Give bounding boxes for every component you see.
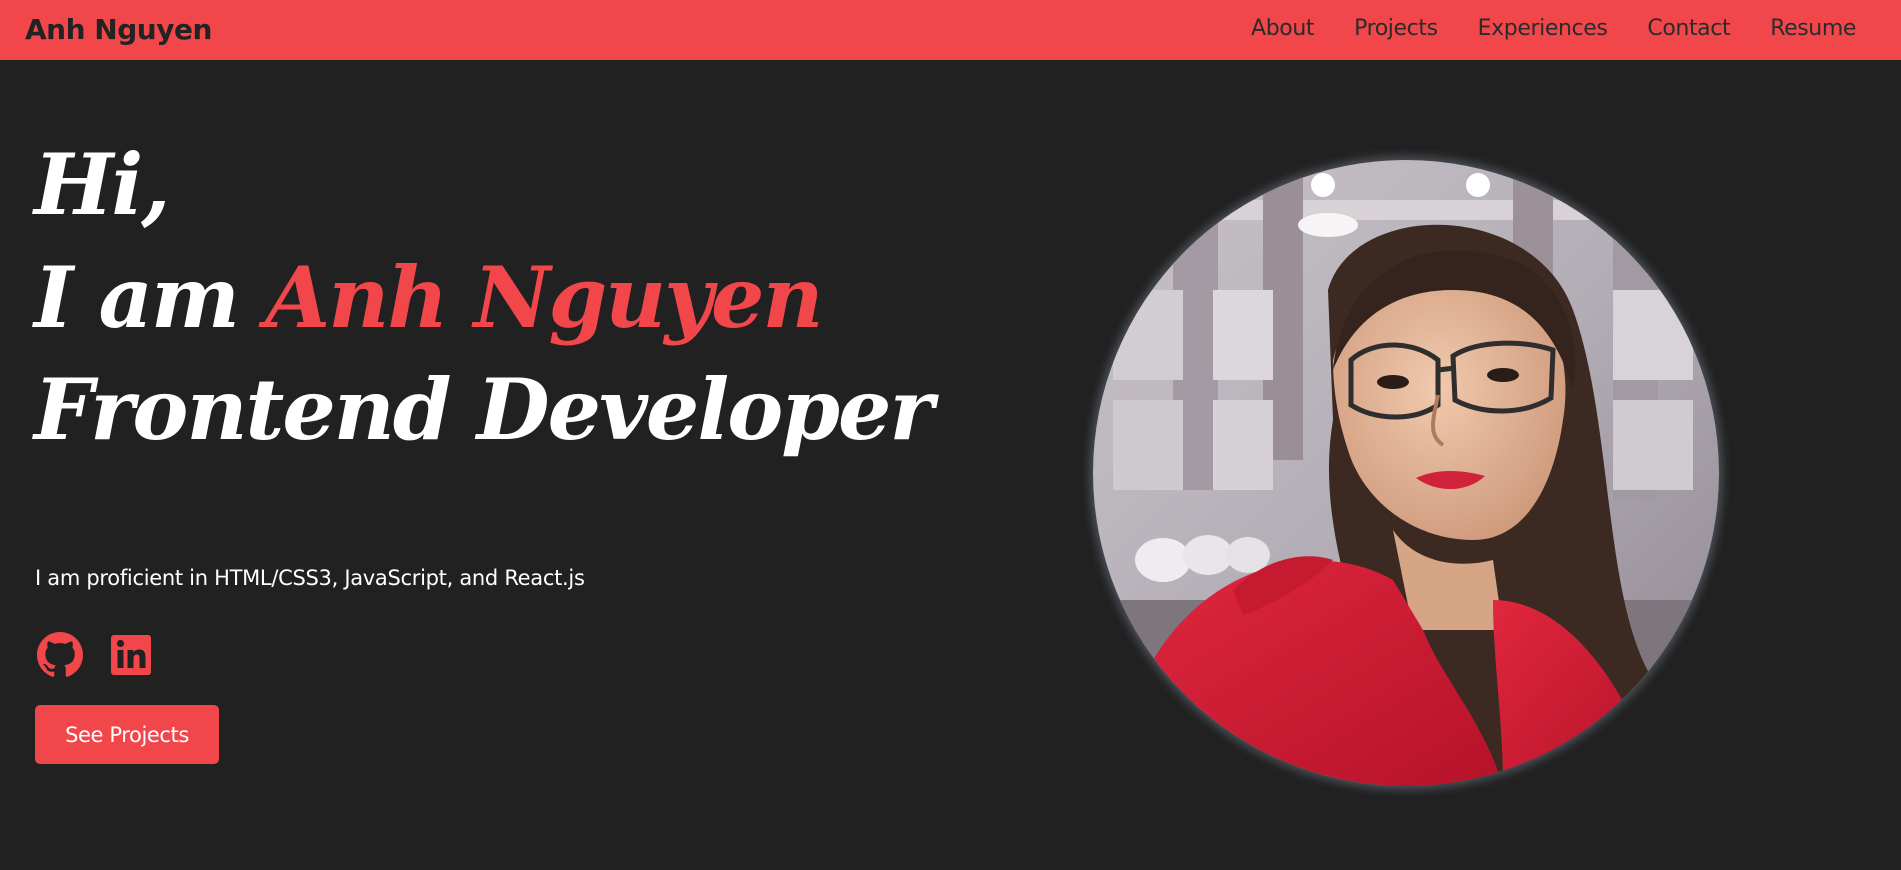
- linkedin-link[interactable]: [108, 632, 154, 678]
- linkedin-icon: [111, 635, 151, 675]
- brand-link[interactable]: Anh Nguyen: [25, 10, 212, 50]
- profile-photo-illustration: [1093, 160, 1719, 786]
- hero-name: Anh Nguyen: [265, 248, 823, 347]
- nav-contact-link[interactable]: Contact: [1647, 16, 1730, 41]
- profile-photo: [1093, 160, 1719, 786]
- see-projects-button[interactable]: See Projects: [35, 705, 219, 764]
- nav-links: About Projects Experiences Contact Resum…: [1251, 0, 1856, 57]
- hero-intro: I am Anh Nguyen: [34, 248, 824, 348]
- nav-resume-link[interactable]: Resume: [1770, 16, 1856, 41]
- nav-projects-link[interactable]: Projects: [1354, 16, 1438, 41]
- hero-role: Frontend Developer: [34, 360, 934, 459]
- top-navbar: Anh Nguyen About Projects Experiences Co…: [0, 0, 1901, 60]
- github-link[interactable]: [37, 632, 83, 678]
- github-icon: [37, 632, 83, 677]
- hero-intro-prefix: I am: [34, 248, 266, 347]
- nav-experiences-link[interactable]: Experiences: [1478, 16, 1608, 41]
- hero-greeting: Hi,: [34, 135, 171, 234]
- nav-about-link[interactable]: About: [1251, 16, 1314, 41]
- hero-description: I am proficient in HTML/CSS3, JavaScript…: [35, 566, 585, 590]
- social-links: [37, 632, 154, 678]
- portfolio-page: Anh Nguyen About Projects Experiences Co…: [0, 0, 1901, 870]
